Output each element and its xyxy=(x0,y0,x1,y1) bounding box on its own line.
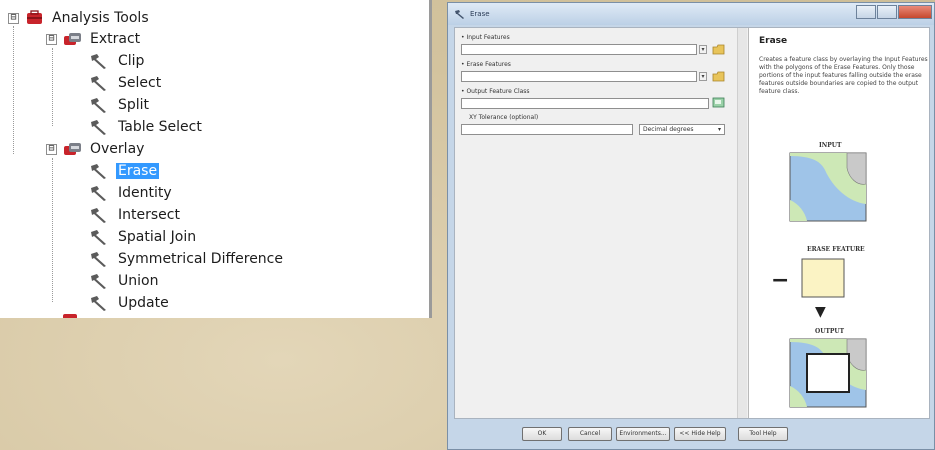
tool-item-split[interactable]: Split xyxy=(88,95,151,115)
tree-item-label: Overlay xyxy=(90,141,145,157)
tool-item-erase[interactable]: Erase xyxy=(88,161,160,181)
hammer-icon xyxy=(91,208,106,223)
title-bar[interactable]: Erase xyxy=(448,3,934,25)
cancel-button[interactable]: Cancel xyxy=(568,427,612,441)
erase-features-field[interactable] xyxy=(461,71,697,82)
collapse-icon[interactable]: ⊟ xyxy=(8,12,19,24)
tool-label: Symmetrical Difference xyxy=(118,251,283,267)
dialog-title: Erase xyxy=(470,10,490,18)
erase-dialog: Erase • Input Features ▾ • Erase Feature… xyxy=(447,2,935,450)
vertical-scrollbar[interactable] xyxy=(737,28,747,418)
output-diagram xyxy=(789,338,867,408)
tree-item-analysis-tools[interactable]: ⊟ Analysis Tools xyxy=(8,8,151,28)
hammer-icon xyxy=(91,296,106,311)
hammer-icon xyxy=(91,120,106,135)
minus-sign: − xyxy=(771,268,790,293)
chevron-down-icon[interactable]: ▾ xyxy=(699,72,707,81)
tool-item-spatial-join[interactable]: Spatial Join xyxy=(88,227,198,247)
folder-icon[interactable] xyxy=(712,44,725,55)
tool-item-select[interactable]: Select xyxy=(88,73,163,93)
tool-item-clip[interactable]: Clip xyxy=(88,51,146,71)
tool-help-button[interactable]: Tool Help xyxy=(738,427,788,441)
folder-icon[interactable] xyxy=(712,71,725,82)
toolset-icon xyxy=(64,143,81,155)
tool-label: Spatial Join xyxy=(118,229,197,245)
tool-label: Identity xyxy=(118,185,172,201)
browse-icon[interactable] xyxy=(712,97,725,108)
toolset-icon xyxy=(63,314,77,318)
tool-label: Table Select xyxy=(118,119,202,135)
help-pane: Erase Creates a feature class by overlay… xyxy=(748,28,929,418)
input-features-label: • Input Features xyxy=(461,34,510,41)
hammer-icon xyxy=(91,252,106,267)
units-select-value: Decimal degrees xyxy=(643,126,694,133)
xy-tolerance-label: XY Tolerance (optional) xyxy=(469,114,539,121)
tool-label: Union xyxy=(118,273,159,289)
output-caption: OUTPUT xyxy=(815,328,845,335)
hammer-icon xyxy=(91,274,106,289)
xy-tolerance-field[interactable] xyxy=(461,124,633,135)
units-select[interactable]: Decimal degrees ▾ xyxy=(639,124,725,135)
tree-item-label: Analysis Tools xyxy=(52,10,149,26)
tool-item-identity[interactable]: Identity xyxy=(88,183,174,203)
window-controls xyxy=(855,5,932,19)
hammer-icon xyxy=(91,186,106,201)
chevron-down-icon: ▾ xyxy=(717,126,721,133)
tool-label: Clip xyxy=(118,53,145,69)
hide-help-button[interactable]: << Hide Help xyxy=(674,427,726,441)
tool-item-union[interactable]: Union xyxy=(88,271,160,291)
tool-label: Split xyxy=(118,97,150,113)
hammer-icon xyxy=(455,10,464,19)
hammer-icon xyxy=(91,164,106,179)
hammer-icon xyxy=(91,54,106,69)
tool-label: Intersect xyxy=(118,207,180,223)
input-caption: INPUT xyxy=(819,142,842,149)
collapse-icon[interactable]: ⊟ xyxy=(46,143,57,155)
erase-feature-diagram xyxy=(801,258,845,298)
output-feature-class-field[interactable] xyxy=(461,98,709,109)
hammer-icon xyxy=(91,230,106,245)
tree-guide xyxy=(13,26,14,154)
collapse-icon[interactable]: ⊟ xyxy=(46,33,57,45)
toolset-icon xyxy=(64,33,81,45)
tree-item-label: Extract xyxy=(90,31,141,47)
ok-button[interactable]: OK xyxy=(522,427,562,441)
chevron-down-icon[interactable]: ▾ xyxy=(699,45,707,54)
tool-label: Select xyxy=(118,75,162,91)
tool-item-update[interactable]: Update xyxy=(88,293,171,313)
erase-features-label: • Erase Features xyxy=(461,61,511,68)
erase-feature-caption: ERASE FEATURE xyxy=(807,246,865,253)
tool-item-intersect[interactable]: Intersect xyxy=(88,205,182,225)
tree-guide xyxy=(52,158,53,302)
tool-label: Update xyxy=(118,295,169,311)
close-button[interactable] xyxy=(898,5,932,19)
tree-item-extract[interactable]: ⊟ Extract xyxy=(46,29,142,49)
dialog-body: • Input Features ▾ • Erase Features ▾ • … xyxy=(454,27,930,419)
parameters-pane: • Input Features ▾ • Erase Features ▾ • … xyxy=(455,28,737,418)
input-features-field[interactable] xyxy=(461,44,697,55)
toolbox-icon xyxy=(27,10,42,24)
hammer-icon xyxy=(91,76,106,91)
minimize-button[interactable] xyxy=(856,5,876,19)
tool-item-table-select[interactable]: Table Select xyxy=(88,117,204,137)
tool-item-symmetrical-difference[interactable]: Symmetrical Difference xyxy=(88,249,285,269)
input-diagram xyxy=(789,152,867,222)
maximize-button[interactable] xyxy=(877,5,897,19)
output-feature-class-label: • Output Feature Class xyxy=(461,88,530,95)
toolbox-tree: ⊟ Analysis Tools ⊟ Extract Clip Select S… xyxy=(0,0,432,318)
hammer-icon xyxy=(91,98,106,113)
button-bar: OK Cancel Environments... << Hide Help T… xyxy=(448,419,934,449)
environments-button[interactable]: Environments... xyxy=(616,427,670,441)
tree-guide xyxy=(52,48,53,126)
tree-item-overlay[interactable]: ⊟ Overlay xyxy=(46,139,146,159)
arrow-down-icon: ▼ xyxy=(815,304,826,320)
help-description: Creates a feature class by overlaying th… xyxy=(759,56,928,95)
tool-label-selected: Erase xyxy=(116,163,160,179)
help-title: Erase xyxy=(759,36,788,46)
